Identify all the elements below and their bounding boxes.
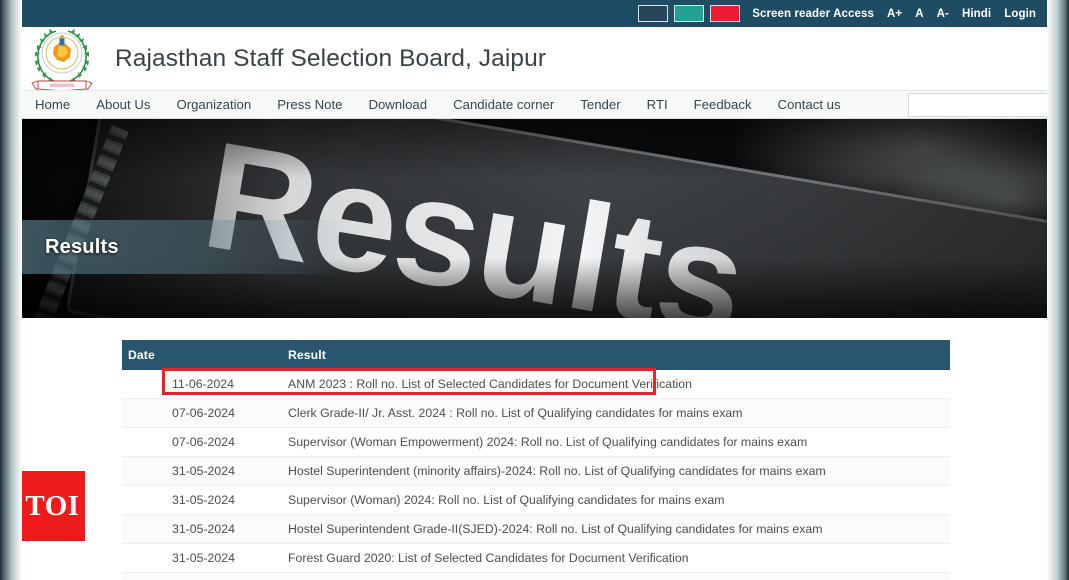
- table-row[interactable]: 31-05-2024 Supervisor (Woman) 2024: Roll…: [122, 485, 950, 515]
- cell-date: 11-06-2024: [122, 370, 288, 399]
- cell-date: 24-05-2024: [122, 572, 288, 580]
- cell-date: 07-06-2024: [122, 398, 288, 428]
- nav-item-organization[interactable]: Organization: [163, 91, 264, 118]
- column-header-date: Date: [122, 340, 288, 370]
- screen-reader-access-link[interactable]: Screen reader Access: [752, 8, 874, 20]
- results-table-head: Date Result: [122, 340, 950, 370]
- table-row[interactable]: 31-05-2024 Forest Guard 2020: List of Se…: [122, 543, 950, 573]
- toi-watermark-logo: TOI: [20, 471, 85, 541]
- theme-swatch-red[interactable]: [710, 5, 741, 22]
- cell-date: 31-05-2024: [122, 485, 288, 515]
- main-content: Date Result 11-06-2024 ANM 2023 : Roll n…: [20, 318, 1050, 580]
- font-decrease-button[interactable]: A-: [937, 8, 949, 20]
- cell-result[interactable]: ANM 2023 : Roll no. List of Selected Can…: [288, 370, 950, 399]
- table-row[interactable]: 07-06-2024 Clerk Grade-II/ Jr. Asst. 202…: [122, 398, 950, 428]
- page-banner: Results Results: [20, 119, 1050, 318]
- search-input[interactable]: [909, 94, 1050, 116]
- nav-item-contact-us[interactable]: Contact us: [765, 91, 854, 118]
- theme-swatch-dark[interactable]: [638, 5, 669, 22]
- login-link[interactable]: Login: [1004, 8, 1036, 20]
- results-table: Date Result 11-06-2024 ANM 2023 : Roll n…: [122, 340, 950, 580]
- font-increase-button[interactable]: A+: [887, 8, 902, 20]
- site-header: Rajasthan Staff Selection Board, Jaipur: [20, 27, 1050, 92]
- nav-item-feedback[interactable]: Feedback: [681, 91, 765, 118]
- nav-item-candidate-corner[interactable]: Candidate corner: [440, 91, 567, 118]
- theme-swatches: [638, 5, 741, 22]
- cell-date: 31-05-2024: [122, 456, 288, 486]
- banner-caption-text: Results: [45, 236, 119, 258]
- top-utility-links: Screen reader Access A+ A A- Hindi Login: [752, 8, 1036, 20]
- cell-date: 07-06-2024: [122, 427, 288, 457]
- nav-item-list: Home About Us Organization Press Note Do…: [20, 91, 854, 118]
- table-row[interactable]: 24-05-2024 Forester 2020: List of Finall…: [122, 572, 950, 580]
- theme-swatch-teal[interactable]: [674, 5, 705, 22]
- main-navigation: Home About Us Organization Press Note Do…: [20, 90, 1050, 119]
- search-box[interactable]: [908, 93, 1050, 117]
- cell-result[interactable]: Forest Guard 2020: List of Selected Cand…: [288, 543, 950, 573]
- page-left-edge-shade: [0, 0, 22, 580]
- page-title: Rajasthan Staff Selection Board, Jaipur: [115, 44, 547, 72]
- rajasthan-government-emblem-icon: [26, 19, 98, 93]
- font-normal-button[interactable]: A: [915, 8, 923, 20]
- cell-result[interactable]: Clerk Grade-II/ Jr. Asst. 2024 : Roll no…: [288, 398, 950, 428]
- toi-watermark-text: TOI: [25, 489, 80, 522]
- cell-result[interactable]: Supervisor (Woman) 2024: Roll no. List o…: [288, 485, 950, 515]
- column-header-result: Result: [288, 340, 950, 370]
- language-hindi-link[interactable]: Hindi: [962, 8, 991, 20]
- browser-page: Screen reader Access A+ A A- Hindi Login: [0, 0, 1069, 580]
- table-row[interactable]: 31-05-2024 Hostel Superintendent Grade-I…: [122, 514, 950, 544]
- nav-item-rti[interactable]: RTI: [634, 91, 681, 118]
- banner-vignette-overlay: [20, 119, 1050, 318]
- cell-result[interactable]: Supervisor (Woman Empowerment) 2024: Rol…: [288, 427, 950, 457]
- table-row[interactable]: 07-06-2024 Supervisor (Woman Empowerment…: [122, 427, 950, 457]
- cell-date: 31-05-2024: [122, 514, 288, 544]
- nav-item-download[interactable]: Download: [355, 91, 440, 118]
- cell-result[interactable]: Forester 2020: List of Finally selected …: [288, 572, 950, 580]
- cell-result[interactable]: Hostel Superintendent (minority affairs)…: [288, 456, 950, 486]
- table-row[interactable]: 31-05-2024 Hostel Superintendent (minori…: [122, 456, 950, 486]
- website-container: Screen reader Access A+ A A- Hindi Login: [20, 0, 1050, 580]
- table-row[interactable]: 11-06-2024 ANM 2023 : Roll no. List of S…: [122, 370, 950, 399]
- nav-item-press-note[interactable]: Press Note: [264, 91, 355, 118]
- nav-item-tender[interactable]: Tender: [567, 91, 633, 118]
- top-utility-bar: Screen reader Access A+ A A- Hindi Login: [20, 0, 1050, 27]
- table-header-row: Date Result: [122, 340, 950, 370]
- cell-result[interactable]: Hostel Superintendent Grade-II(SJED)-202…: [288, 514, 950, 544]
- nav-item-about-us[interactable]: About Us: [83, 91, 163, 118]
- cell-date: 31-05-2024: [122, 543, 288, 573]
- page-right-edge-shade: [1047, 0, 1069, 580]
- results-table-body: 11-06-2024 ANM 2023 : Roll no. List of S…: [122, 370, 950, 580]
- results-table-container: Date Result 11-06-2024 ANM 2023 : Roll n…: [122, 340, 950, 580]
- nav-item-home[interactable]: Home: [20, 91, 83, 118]
